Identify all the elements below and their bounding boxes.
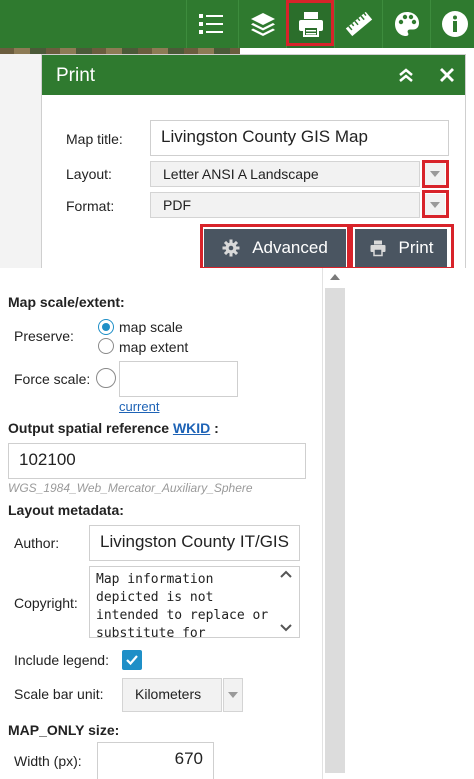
legend-list-icon (199, 14, 223, 34)
output-sr-title: Output spatial reference WKID : (8, 420, 219, 436)
output-sr-colon: : (214, 420, 219, 436)
scroll-up-icon (330, 274, 340, 280)
layout-metadata-title: Layout metadata: (8, 502, 124, 518)
chevron-down-icon (228, 692, 238, 698)
basemap-palette-icon (395, 12, 419, 36)
wkid-hint: WGS_1984_Web_Mercator_Auxiliary_Sphere (8, 481, 253, 495)
map-area[interactable] (0, 54, 42, 284)
map-title-input[interactable]: Livingston County GIS Map (150, 120, 449, 156)
wkid-input[interactable]: 102100 (8, 443, 306, 479)
layout-select[interactable]: Letter ANSI A Landscape (150, 161, 420, 187)
chevron-down-icon (430, 171, 440, 177)
preserve-label: Preserve: (14, 328, 74, 344)
preserve-map-extent-label[interactable]: map extent (119, 339, 188, 355)
gear-icon (222, 239, 240, 257)
measure-ruler-icon (345, 11, 373, 37)
layout-label: Layout: (66, 166, 112, 182)
info-icon (442, 11, 468, 37)
chevron-down-icon (280, 624, 292, 632)
scale-bar-dropdown-arrow[interactable] (223, 678, 243, 712)
info-button[interactable] (430, 0, 474, 48)
measure-button[interactable] (334, 0, 383, 48)
wkid-link[interactable]: WKID (173, 420, 210, 436)
preserve-map-extent-radio[interactable] (98, 338, 114, 354)
legend-button[interactable] (186, 0, 235, 48)
print-button[interactable]: Print (355, 229, 447, 267)
layout-dropdown-arrow[interactable] (425, 163, 445, 185)
include-legend-checkbox[interactable] (122, 650, 142, 670)
include-legend-label: Include legend: (14, 652, 109, 668)
chevron-down-icon (430, 202, 440, 208)
print-panel: Print Map title: Livingston County GIS M… (41, 54, 466, 274)
map-only-title: MAP_ONLY size: (8, 722, 120, 738)
panel-title: Print (56, 65, 96, 86)
print-tool-button[interactable] (286, 0, 335, 48)
advanced-scrollbar[interactable] (322, 268, 347, 779)
scale-bar-unit-label: Scale bar unit: (14, 686, 104, 702)
copyright-textarea[interactable]: Map information depicted is not intended… (89, 566, 300, 638)
layers-button[interactable] (238, 0, 287, 48)
width-input[interactable]: 670 (97, 742, 214, 779)
copyright-label: Copyright: (14, 595, 78, 611)
print-panel-header: Print (42, 55, 465, 95)
width-label: Width (px): (14, 753, 82, 769)
author-input[interactable]: Livingston County IT/GIS (89, 525, 300, 561)
scrollbar-thumb[interactable] (325, 288, 345, 773)
checkmark-icon (126, 655, 138, 666)
force-scale-input[interactable] (119, 361, 238, 397)
output-sr-text: Output spatial reference (8, 420, 170, 436)
preserve-map-scale-label[interactable]: map scale (119, 319, 183, 335)
force-scale-label: Force scale: (14, 371, 91, 387)
collapse-icon[interactable] (394, 63, 418, 87)
advanced-button-label: Advanced (252, 238, 328, 257)
printer-icon (370, 240, 386, 257)
format-label: Format: (66, 198, 115, 214)
basemap-button[interactable] (382, 0, 431, 48)
printer-icon (299, 12, 323, 37)
format-select[interactable]: PDF (150, 192, 420, 218)
map-title-label: Map title: (66, 131, 123, 147)
panel-background (346, 268, 474, 779)
preserve-map-scale-radio[interactable] (98, 319, 114, 335)
advanced-button[interactable]: Advanced (204, 229, 346, 267)
layers-icon (251, 13, 275, 36)
author-label: Author: (14, 535, 60, 551)
top-toolbar (0, 0, 474, 48)
format-dropdown-arrow[interactable] (425, 194, 445, 216)
close-icon[interactable] (435, 63, 459, 87)
map-scale-title: Map scale/extent: (8, 294, 125, 310)
force-scale-radio[interactable] (96, 368, 116, 388)
copyright-scrollbar[interactable] (276, 570, 296, 632)
chevron-up-icon (280, 570, 292, 578)
advanced-options-panel: Map scale/extent: Preserve: map scale ma… (0, 268, 322, 779)
current-scale-link[interactable]: current (119, 399, 159, 414)
scale-bar-unit-select[interactable]: Kilometers (122, 678, 222, 712)
print-button-label: Print (398, 238, 434, 257)
